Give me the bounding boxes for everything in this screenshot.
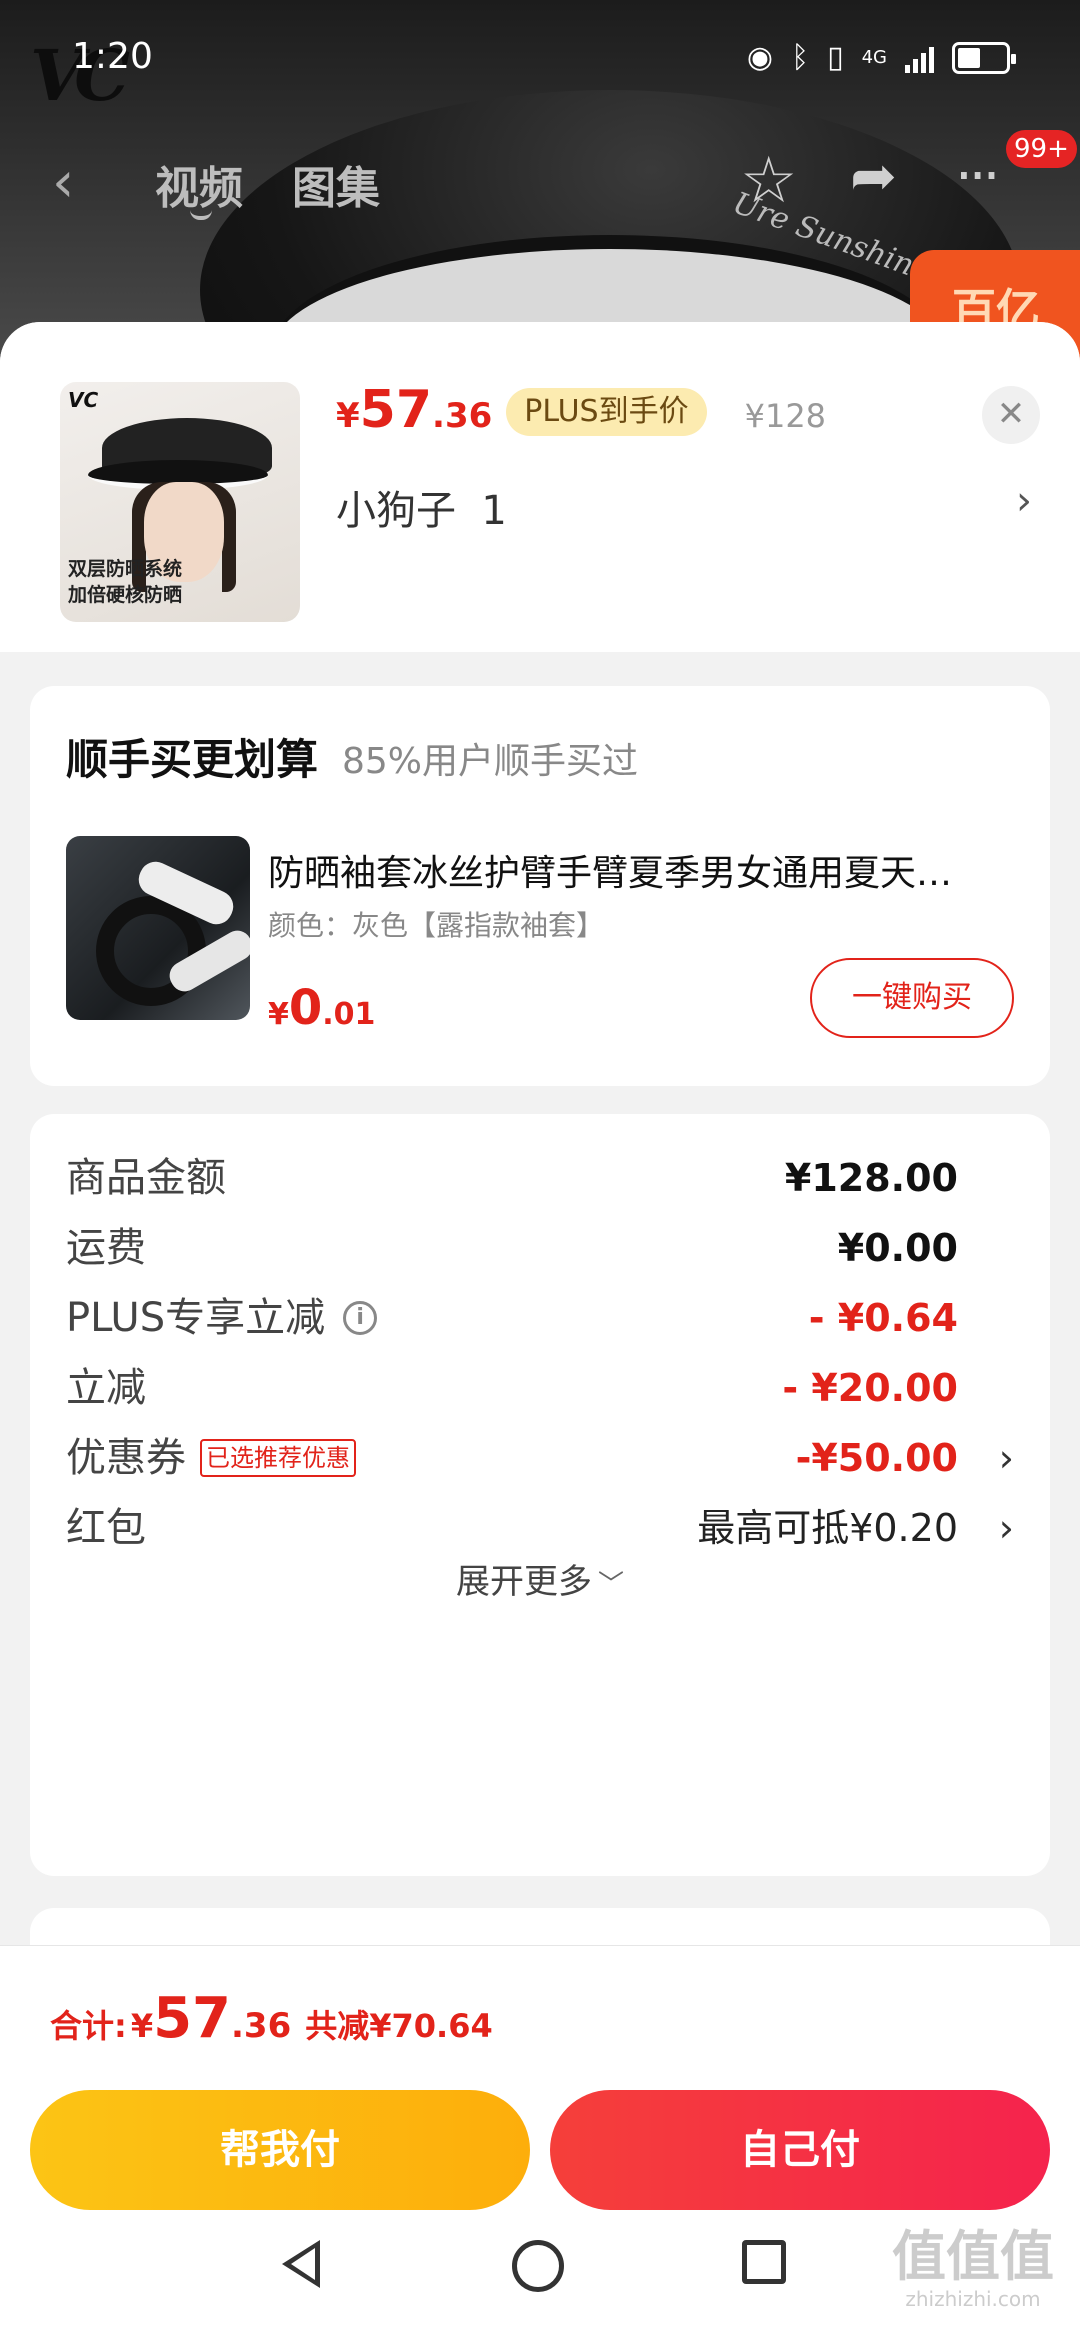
price-integer: 57 [359, 380, 433, 440]
status-time: 1:20 [72, 36, 153, 77]
one-click-buy-button[interactable]: 一键购买 [810, 958, 1014, 1038]
row-goods-amount: 商品金额 ¥128.00 [66, 1148, 1014, 1208]
thumb-caption-2: 加倍硬核防晒 [68, 584, 183, 606]
price-decimal: .36 [432, 396, 493, 436]
cross-sell-item-name[interactable]: 防晒袖套冰丝护臂手臂夏季男女通用夏天… [268, 844, 1018, 896]
cross-sell-item-spec: 颜色：灰色【露指款袖套】 [268, 909, 605, 942]
row-label: PLUS专享立减 [66, 1295, 326, 1341]
tab-gallery[interactable]: 图集 [292, 152, 380, 216]
cross-sell-image[interactable] [66, 836, 250, 1020]
row-shipping: 运费 ¥0.00 [66, 1218, 1014, 1278]
tab-video[interactable]: 视频 [155, 152, 243, 216]
row-red-packet[interactable]: 红包 最高可抵¥0.20 › [66, 1498, 1014, 1558]
row-label: 运费 [66, 1225, 146, 1271]
row-value: -¥50.00 [795, 1436, 958, 1480]
row-label: 优惠券 [66, 1435, 186, 1481]
close-button[interactable]: ✕ [982, 386, 1040, 444]
row-label: 商品金额 [66, 1155, 226, 1201]
total-decimal: .36 [231, 2006, 292, 2046]
product-thumbnail: VC 双层防晒系统 加倍硬核防晒 [60, 382, 300, 622]
plus-price-badge: PLUS到手价 [506, 388, 707, 436]
close-icon: ✕ [996, 394, 1026, 434]
nav-recents-icon[interactable] [742, 2240, 786, 2284]
total-label: 合计: [50, 2007, 127, 2045]
price-breakdown-card: 商品金额 ¥128.00 运费 ¥0.00 PLUS专享立减 i - ¥0.64… [30, 1114, 1050, 1876]
watermark-mark: 值值值 [892, 2225, 1054, 2288]
pay-button-bar: 帮我付 自己付 [0, 2080, 1080, 2212]
favorite-star-icon[interactable]: ☆ [740, 144, 797, 218]
product-price: ¥ 57 .36 PLUS到手价 ¥128 [336, 380, 826, 442]
price-currency: ¥ [336, 396, 360, 436]
thumb-caption-1: 双层防晒系统 [68, 558, 183, 580]
row-value: ¥128.00 [784, 1156, 958, 1200]
eye-icon: ◉ [746, 40, 774, 75]
chevron-down-icon: ﹀ [597, 1570, 624, 1600]
row-label: 红包 [66, 1505, 146, 1551]
total-saved: 共减¥70.64 [305, 2007, 493, 2045]
row-instant-discount: 立减 - ¥20.00 [66, 1358, 1014, 1418]
product-summary: VC 双层防晒系统 加倍硬核防晒 ¥ 57 .36 PLUS到手价 ¥128 ✕… [0, 322, 1080, 652]
product-top-nav: ‹ 视频 图集 ☆ ➦ ··· 99+ [0, 130, 1080, 230]
total-bar: 合计: ¥ 57 .36 共减¥70.64 [0, 1945, 1080, 2080]
row-value: 最高可抵¥0.20 [697, 1506, 958, 1550]
row-label-wrap: 优惠券 已选推荐优惠 [66, 1428, 356, 1488]
signal-icon [905, 43, 934, 73]
expand-more-button[interactable]: 展开更多 ﹀ [30, 1554, 1050, 1603]
cross-price-integer: 0 [288, 980, 323, 1036]
share-icon[interactable]: ➦ [850, 144, 897, 209]
self-pay-button[interactable]: 自己付 [550, 2090, 1050, 2210]
row-coupon[interactable]: 优惠券 已选推荐优惠 -¥50.00 › [66, 1428, 1014, 1488]
row-value: ¥0.00 [837, 1226, 958, 1270]
row-plus-discount: PLUS专享立减 i - ¥0.64 [66, 1288, 1014, 1348]
nav-back-icon[interactable] [282, 2240, 320, 2288]
cross-sell-subtitle: 85%用户顺手买过 [342, 741, 639, 782]
order-total: 合计: ¥ 57 .36 共减¥70.64 [50, 1986, 493, 2051]
thumb-logo: VC [68, 388, 99, 412]
cross-sell-title: 顺手买更划算 [66, 735, 319, 784]
total-currency: ¥ [130, 2007, 154, 2045]
coupon-recommended-tag: 已选推荐优惠 [200, 1439, 356, 1477]
notification-badge: 99+ [1006, 130, 1077, 168]
nav-home-icon[interactable] [512, 2240, 564, 2292]
row-label-wrap: PLUS专享立减 i [66, 1288, 378, 1348]
cross-sell-price: ¥ 0 .01 [268, 980, 375, 1036]
row-value: - ¥0.64 [808, 1296, 958, 1340]
back-icon[interactable]: ‹ [52, 150, 74, 215]
vibrate-icon: ▯ [827, 40, 844, 75]
cross-price-decimal: .01 [322, 997, 376, 1032]
cross-price-currency: ¥ [268, 997, 289, 1032]
site-watermark: 值值值 zhizhizhi.com [892, 2212, 1054, 2311]
network-type: 4G [861, 47, 887, 68]
bluetooth-icon: ᛒ [791, 40, 810, 75]
info-icon[interactable]: i [343, 1301, 378, 1335]
chevron-right-icon[interactable]: › [1016, 478, 1032, 524]
status-bar: 1:20 ◉ ᛒ ▯ 4G [0, 0, 1080, 110]
status-icons: ◉ ᛒ ▯ 4G [746, 40, 1016, 75]
expand-more-label: 展开更多 [455, 1562, 592, 1602]
cross-sell-card: 顺手买更划算 85%用户顺手买过 防晒袖套冰丝护臂手臂夏季男女通用夏天… 颜色：… [30, 686, 1050, 1086]
battery-icon [952, 41, 1016, 74]
original-price: ¥128 [744, 397, 827, 435]
more-icon[interactable]: ··· [955, 144, 1000, 209]
watermark-site: zhizhizhi.com [905, 2287, 1041, 2311]
chevron-right-icon[interactable]: › [999, 1498, 1014, 1558]
chevron-right-icon[interactable]: › [999, 1428, 1014, 1488]
tab-active-indicator [190, 210, 212, 220]
row-label: 立减 [66, 1365, 146, 1411]
row-value: - ¥20.00 [782, 1366, 958, 1410]
selected-variant[interactable]: 小狗子 1 [336, 478, 507, 536]
total-integer: 57 [153, 1986, 232, 2051]
help-pay-button[interactable]: 帮我付 [30, 2090, 530, 2210]
